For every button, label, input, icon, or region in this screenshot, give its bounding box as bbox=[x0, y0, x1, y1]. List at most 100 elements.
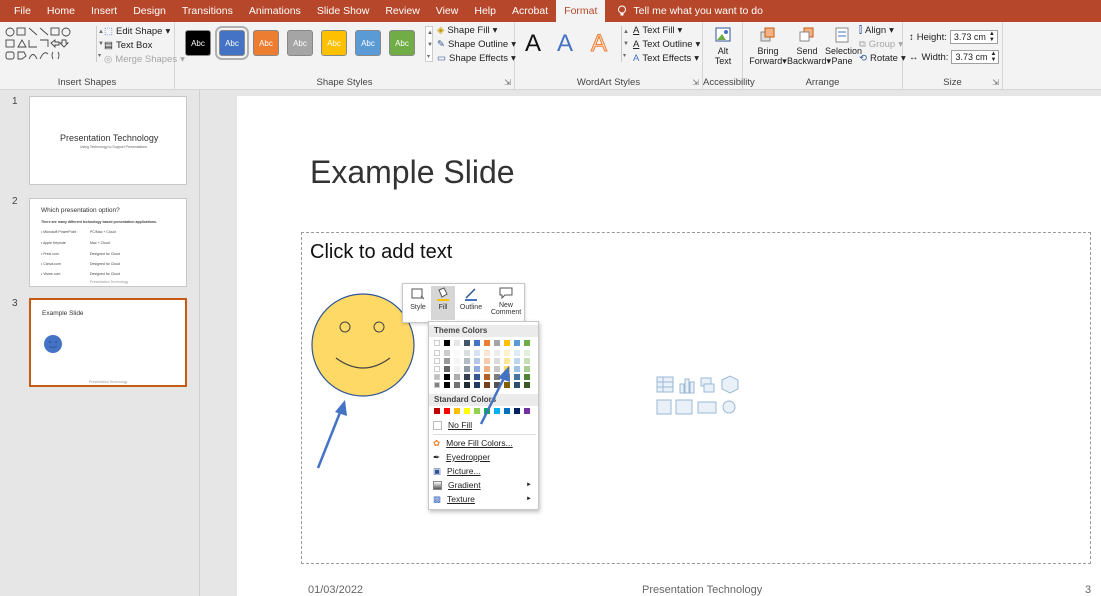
width-input[interactable]: 3.73 cm ▲ ▼ bbox=[951, 50, 1000, 64]
rotate-button[interactable]: ⟲ Rotate ▾ bbox=[859, 53, 906, 64]
theme-color-swatch[interactable] bbox=[514, 340, 520, 346]
theme-color-swatch[interactable] bbox=[514, 374, 520, 380]
shape-style-swatch-7[interactable]: Abc bbox=[389, 30, 415, 56]
shape-style-swatch-1[interactable]: Abc bbox=[185, 30, 211, 56]
shape-style-swatch-3[interactable]: Abc bbox=[253, 30, 279, 56]
theme-color-swatch[interactable] bbox=[454, 374, 460, 380]
theme-color-swatch[interactable] bbox=[524, 358, 530, 364]
theme-color-swatch[interactable] bbox=[514, 350, 520, 356]
gradient-item[interactable]: Gradient ► bbox=[433, 478, 538, 492]
edit-shape-button[interactable]: ⬚ Edit Shape ▾ bbox=[104, 26, 170, 37]
theme-color-swatch[interactable] bbox=[434, 374, 440, 380]
standard-color-swatch[interactable] bbox=[434, 408, 440, 414]
tab-insert[interactable]: Insert bbox=[83, 0, 125, 22]
mini-outline-button[interactable]: Outline bbox=[457, 286, 485, 320]
tab-slide-show[interactable]: Slide Show bbox=[309, 0, 378, 22]
theme-color-swatch[interactable] bbox=[524, 382, 530, 388]
group-button[interactable]: ⧉ Group ▾ bbox=[859, 39, 903, 50]
theme-color-swatch[interactable] bbox=[454, 366, 460, 372]
tab-review[interactable]: Review bbox=[377, 0, 427, 22]
theme-color-swatch[interactable] bbox=[484, 350, 490, 356]
theme-color-swatch[interactable] bbox=[514, 358, 520, 364]
insert-content-icons[interactable] bbox=[656, 375, 748, 419]
theme-color-swatch[interactable] bbox=[434, 358, 440, 364]
bring-forward-button[interactable]: Bring Forward▾ bbox=[749, 26, 787, 67]
texture-item[interactable]: ▩ Texture ► bbox=[433, 492, 538, 506]
theme-color-swatch[interactable] bbox=[494, 340, 500, 346]
shape-effects-button[interactable]: ▭ Shape Effects ▾ bbox=[437, 53, 516, 64]
wordart-launcher-icon[interactable]: ⇲ bbox=[692, 78, 699, 87]
selection-pane-button[interactable]: Selection Pane bbox=[825, 26, 862, 66]
eyedropper-item[interactable]: ✒ Eyedropper bbox=[433, 450, 538, 464]
theme-color-swatch[interactable] bbox=[434, 340, 440, 346]
wordart-scroll[interactable]: ▲ ▼ ▾ bbox=[621, 26, 629, 62]
shape-style-swatch-4[interactable]: Abc bbox=[287, 30, 313, 56]
width-spinner-arrows[interactable]: ▲ ▼ bbox=[990, 51, 996, 63]
tab-help[interactable]: Help bbox=[466, 0, 504, 22]
wordart-style-orange-outline[interactable]: A bbox=[590, 30, 607, 58]
content-placeholder[interactable]: Click to add text bbox=[301, 232, 1091, 564]
theme-color-swatch[interactable] bbox=[454, 382, 460, 388]
more-fill-colors-item[interactable]: ✿ More Fill Colors... bbox=[433, 436, 538, 450]
send-backward-button[interactable]: Send Backward▾ bbox=[787, 26, 831, 67]
theme-color-swatch[interactable] bbox=[434, 366, 440, 372]
picture-item[interactable]: ▣ Picture... bbox=[433, 464, 538, 478]
tab-acrobat[interactable]: Acrobat bbox=[504, 0, 556, 22]
theme-color-swatch[interactable] bbox=[474, 350, 480, 356]
theme-color-swatch[interactable] bbox=[444, 350, 450, 356]
theme-color-swatch[interactable] bbox=[464, 374, 470, 380]
tab-animations[interactable]: Animations bbox=[241, 0, 309, 22]
standard-color-swatch[interactable] bbox=[454, 408, 460, 414]
theme-color-swatch[interactable] bbox=[464, 340, 470, 346]
theme-color-swatch[interactable] bbox=[514, 382, 520, 388]
theme-color-swatch[interactable] bbox=[464, 382, 470, 388]
theme-color-swatch[interactable] bbox=[524, 340, 530, 346]
shape-styles-scroll[interactable]: ▲ ▼ ▾ bbox=[425, 26, 433, 62]
theme-color-swatch[interactable] bbox=[524, 350, 530, 356]
mini-style-button[interactable]: Style bbox=[406, 286, 430, 320]
mini-new-comment-button[interactable]: New Comment bbox=[489, 286, 523, 320]
mini-fill-button[interactable]: Fill bbox=[431, 286, 455, 320]
slide-title[interactable]: Example Slide bbox=[310, 154, 515, 191]
align-button[interactable]: ⫿ Align ▾ bbox=[859, 25, 894, 36]
theme-color-swatch[interactable] bbox=[464, 366, 470, 372]
text-effects-button[interactable]: A Text Effects ▾ bbox=[633, 53, 699, 64]
theme-color-swatch[interactable] bbox=[504, 358, 510, 364]
tab-file[interactable]: File bbox=[6, 0, 39, 22]
theme-color-swatch[interactable] bbox=[434, 382, 440, 388]
theme-color-swatch[interactable] bbox=[444, 340, 450, 346]
shapes-gallery[interactable] bbox=[4, 26, 96, 62]
height-input[interactable]: 3.73 cm ▲ ▼ bbox=[949, 30, 998, 44]
tab-design[interactable]: Design bbox=[125, 0, 174, 22]
theme-color-swatch[interactable] bbox=[494, 350, 500, 356]
theme-color-swatch[interactable] bbox=[524, 366, 530, 372]
theme-color-swatch[interactable] bbox=[484, 340, 490, 346]
text-box-button[interactable]: ▤ Text Box bbox=[104, 40, 152, 51]
theme-color-swatch[interactable] bbox=[524, 374, 530, 380]
theme-color-swatch[interactable] bbox=[504, 350, 510, 356]
theme-color-swatch[interactable] bbox=[504, 340, 510, 346]
theme-color-swatch[interactable] bbox=[454, 358, 460, 364]
slide-thumbnail-1[interactable]: Presentation Technology Using Technology… bbox=[29, 96, 187, 185]
theme-color-swatch[interactable] bbox=[444, 358, 450, 364]
theme-color-swatch[interactable] bbox=[464, 358, 470, 364]
theme-color-swatch[interactable] bbox=[474, 340, 480, 346]
standard-color-swatch[interactable] bbox=[524, 408, 530, 414]
shape-style-swatch-2[interactable]: Abc bbox=[215, 26, 249, 60]
shape-style-swatch-5[interactable]: Abc bbox=[321, 30, 347, 56]
standard-color-swatch[interactable] bbox=[464, 408, 470, 414]
theme-color-swatch[interactable] bbox=[434, 350, 440, 356]
smiley-face-shape[interactable] bbox=[310, 292, 416, 398]
shapes-gallery-scroll[interactable]: ▲ ▼ ▾ bbox=[96, 26, 104, 62]
tab-view[interactable]: View bbox=[428, 0, 467, 22]
theme-color-swatch[interactable] bbox=[484, 358, 490, 364]
shape-fill-button[interactable]: ◈ Shape Fill ▾ bbox=[437, 25, 497, 36]
theme-color-swatch[interactable] bbox=[494, 358, 500, 364]
slide-canvas[interactable]: Example Slide Click to add text 01/03/20… bbox=[237, 96, 1101, 596]
theme-color-swatch[interactable] bbox=[454, 340, 460, 346]
theme-color-swatch[interactable] bbox=[444, 382, 450, 388]
theme-color-swatch[interactable] bbox=[464, 350, 470, 356]
tab-home[interactable]: Home bbox=[39, 0, 83, 22]
theme-color-swatch[interactable] bbox=[444, 366, 450, 372]
alt-text-button[interactable]: Alt Text bbox=[707, 26, 739, 66]
